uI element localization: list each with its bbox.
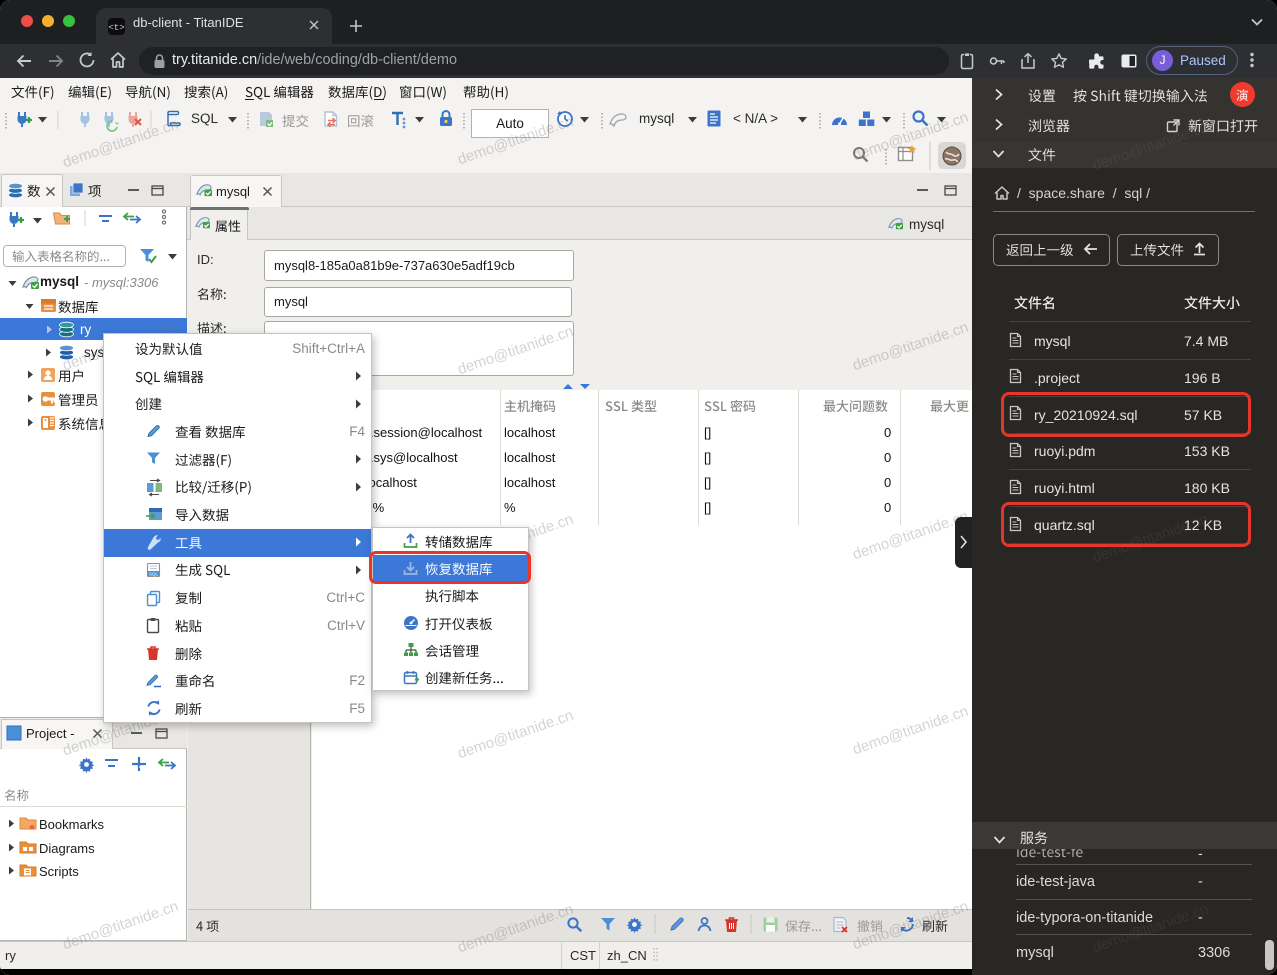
svg-text:SQL: SQL — [149, 571, 159, 576]
svg-text:<t>: <t> — [108, 23, 124, 33]
